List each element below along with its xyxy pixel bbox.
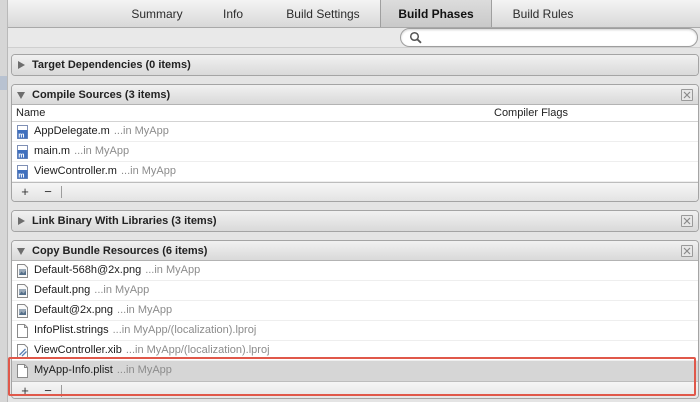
file-location: ...in MyApp (120, 165, 176, 177)
gutter-selection (0, 76, 7, 90)
phase-title: Target Dependencies (0 items) (32, 59, 191, 71)
phase-header[interactable]: Target Dependencies (0 items) (12, 55, 698, 75)
table-row[interactable]: ViewController.xib ...in MyApp/(localizat… (12, 341, 698, 361)
tab-info[interactable]: Info (208, 0, 258, 27)
search-field[interactable] (400, 28, 698, 47)
m-source-file-icon: m (17, 165, 28, 179)
file-location: ...in MyApp (116, 364, 172, 376)
tab-summary[interactable]: Summary (116, 0, 198, 27)
phase-header[interactable]: Link Binary With Libraries (3 items) (12, 211, 698, 231)
table-row[interactable]: Default@2x.png ...in MyApp (12, 301, 698, 321)
left-gutter (0, 0, 8, 402)
column-compiler-flags-header[interactable]: Compiler Flags (494, 105, 568, 121)
table-row[interactable]: m main.m ...in MyApp (12, 142, 698, 162)
file-location: ...in MyApp (94, 284, 150, 296)
file-name: Default-568h@2x.png (34, 264, 142, 276)
phase-target-dependencies: Target Dependencies (0 items) (11, 54, 699, 76)
disclosure-triangle-expanded-icon[interactable] (17, 92, 25, 99)
phase-header[interactable]: Copy Bundle Resources (6 items) (12, 241, 698, 261)
svg-text:m: m (18, 132, 24, 139)
disclosure-triangle-collapsed-icon[interactable] (18, 217, 25, 225)
table-row-selected[interactable]: MyApp-Info.plist ...in MyApp (12, 361, 698, 381)
delete-phase-icon[interactable] (681, 215, 693, 227)
remove-item-button[interactable]: − (41, 383, 55, 398)
phase-copy-bundle-resources: Copy Bundle Resources (6 items) Default-… (11, 240, 699, 399)
file-name: Default.png (34, 284, 91, 296)
file-name: main.m (34, 145, 71, 157)
tab-build-rules[interactable]: Build Rules (502, 0, 584, 27)
file-location: ...in MyApp (74, 145, 130, 157)
column-header-row: Name Compiler Flags (12, 105, 698, 122)
delete-phase-icon[interactable] (681, 245, 693, 257)
editor-tab-bar: Summary Info Build Settings Build Phases… (8, 0, 700, 28)
m-source-file-icon: m (17, 125, 28, 139)
footer-divider (61, 186, 62, 198)
search-icon (409, 31, 422, 44)
image-file-icon (17, 304, 28, 318)
image-file-icon (17, 284, 28, 298)
file-name: ViewController.m (34, 165, 117, 177)
file-name: AppDelegate.m (34, 125, 110, 137)
tab-build-settings[interactable]: Build Settings (276, 0, 370, 27)
file-name: ViewController.xib (34, 344, 122, 356)
add-item-button[interactable]: + (18, 383, 32, 398)
xib-file-icon (17, 344, 28, 358)
tab-build-phases[interactable]: Build Phases (380, 0, 492, 27)
plist-file-icon (17, 364, 28, 378)
phase-footer: + − (12, 381, 698, 398)
table-row[interactable]: InfoPlist.strings ...in MyApp/(localizati… (12, 321, 698, 341)
strings-file-icon (17, 324, 28, 338)
build-phases-editor: Summary Info Build Settings Build Phases… (0, 0, 700, 402)
image-file-icon (17, 264, 28, 278)
file-location: ...in MyApp/(localization).lproj (125, 344, 270, 356)
column-name-header[interactable]: Name (16, 105, 45, 121)
table-row[interactable]: Default.png ...in MyApp (12, 281, 698, 301)
phase-title: Link Binary With Libraries (3 items) (32, 215, 217, 227)
filter-bar (8, 28, 700, 48)
phase-header[interactable]: Compile Sources (3 items) (12, 85, 698, 105)
phase-compile-sources: Compile Sources (3 items) Name Compiler … (11, 84, 699, 202)
file-name: InfoPlist.strings (34, 324, 109, 336)
search-input[interactable] (427, 30, 691, 46)
disclosure-triangle-expanded-icon[interactable] (17, 248, 25, 255)
table-row[interactable]: m AppDelegate.m ...in MyApp (12, 122, 698, 142)
phase-title: Compile Sources (3 items) (32, 89, 171, 101)
file-name: Default@2x.png (34, 304, 114, 316)
file-location: ...in MyApp (113, 125, 169, 137)
file-location: ...in MyApp (145, 264, 201, 276)
file-name: MyApp-Info.plist (34, 364, 113, 376)
file-location: ...in MyApp/(localization).lproj (112, 324, 257, 336)
phase-footer: + − (12, 182, 698, 201)
disclosure-triangle-collapsed-icon[interactable] (18, 61, 25, 69)
delete-phase-icon[interactable] (681, 89, 693, 101)
svg-text:m: m (18, 152, 24, 159)
phase-title: Copy Bundle Resources (6 items) (32, 245, 208, 257)
m-source-file-icon: m (17, 145, 28, 159)
phase-link-binary-with-libraries: Link Binary With Libraries (3 items) (11, 210, 699, 232)
table-row[interactable]: m ViewController.m ...in MyApp (12, 162, 698, 182)
footer-divider (61, 385, 62, 397)
remove-item-button[interactable]: − (41, 184, 55, 199)
svg-text:m: m (18, 172, 24, 179)
table-row[interactable]: Default-568h@2x.png ...in MyApp (12, 261, 698, 281)
add-item-button[interactable]: + (18, 184, 32, 199)
file-location: ...in MyApp (117, 304, 173, 316)
